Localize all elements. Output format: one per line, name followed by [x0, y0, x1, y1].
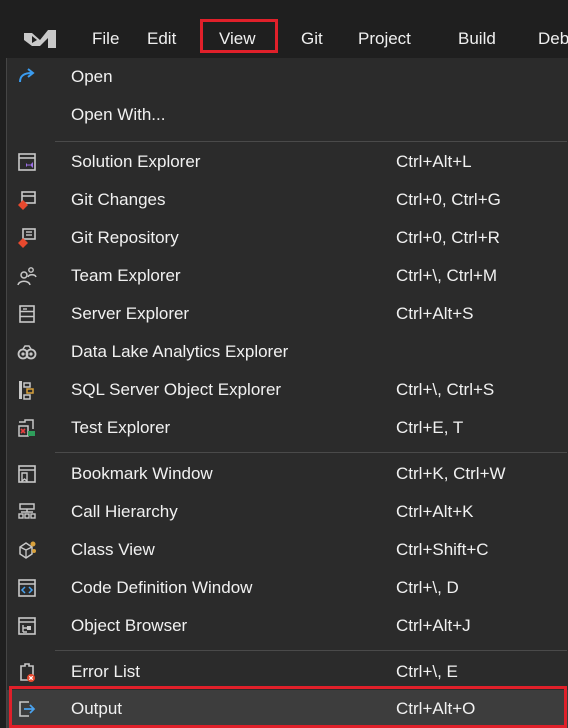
menu-item-label: Call Hierarchy: [71, 502, 178, 521]
menu-item-shortcut: Ctrl+\, Ctrl+S: [396, 380, 495, 399]
menu-item-code-definition-window[interactable]: Code Definition Window Ctrl+\, D: [7, 569, 568, 607]
menu-item-data-lake-analytics-explorer[interactable]: Data Lake Analytics Explorer: [7, 333, 568, 371]
menu-item-shortcut: Ctrl+Alt+K: [396, 502, 474, 521]
data-lake-icon: [17, 345, 37, 360]
sql-server-icon: [19, 381, 34, 400]
error-list-icon: [20, 663, 35, 682]
menu-item-label: Code Definition Window: [71, 578, 253, 597]
menu-item-shortcut: Ctrl+E, T: [396, 418, 464, 437]
menu-item-open-with[interactable]: Open With...: [7, 96, 568, 134]
menu-item-label: SQL Server Object Explorer: [71, 380, 282, 399]
menu-item-label: Test Explorer: [71, 418, 171, 437]
menu-git[interactable]: Git: [301, 26, 323, 52]
menu-item-shortcut: Ctrl+Shift+C: [396, 540, 489, 559]
open-arrow-icon: [19, 68, 35, 83]
menu-item-call-hierarchy[interactable]: Call Hierarchy Ctrl+Alt+K: [7, 493, 568, 531]
menu-file[interactable]: File: [92, 26, 119, 52]
output-item-highlight: [9, 686, 567, 728]
menu-item-label: Open With...: [71, 105, 166, 124]
menu-item-label: Team Explorer: [71, 266, 181, 285]
menu-item-shortcut: Ctrl+0, Ctrl+G: [396, 190, 501, 209]
menu-item-team-explorer[interactable]: Team Explorer Ctrl+\, Ctrl+M: [7, 257, 568, 295]
menu-item-label: Git Changes: [71, 190, 166, 209]
menu-separator: [55, 141, 567, 142]
menu-item-label: Solution Explorer: [71, 152, 201, 171]
menu-item-sql-server-object-explorer[interactable]: SQL Server Object Explorer Ctrl+\, Ctrl+…: [7, 371, 568, 409]
menu-item-class-view[interactable]: Class View Ctrl+Shift+C: [7, 531, 568, 569]
git-repository-icon: [18, 228, 36, 248]
menu-item-bookmark-window[interactable]: Bookmark Window Ctrl+K, Ctrl+W: [7, 455, 568, 493]
visual-studio-logo-icon[interactable]: [20, 26, 60, 52]
menu-item-git-repository[interactable]: Git Repository Ctrl+0, Ctrl+R: [7, 219, 568, 257]
server-explorer-icon: [19, 305, 35, 323]
menu-bar: File Edit View Git Project Build Deb: [0, 0, 568, 58]
object-browser-icon: [18, 617, 36, 635]
menu-separator: [55, 650, 567, 651]
bookmark-window-icon: [18, 465, 36, 483]
menu-item-label: Object Browser: [71, 616, 188, 635]
menu-item-server-explorer[interactable]: Server Explorer Ctrl+Alt+S: [7, 295, 568, 333]
menu-item-label: Bookmark Window: [71, 464, 213, 483]
menu-edit[interactable]: Edit: [147, 26, 176, 52]
menu-item-label: Git Repository: [71, 228, 179, 247]
menu-item-shortcut: Ctrl+K, Ctrl+W: [396, 464, 506, 483]
menu-item-shortcut: Ctrl+Alt+J: [396, 616, 471, 635]
class-view-icon: [19, 541, 36, 559]
menu-item-shortcut: Ctrl+0, Ctrl+R: [396, 228, 500, 247]
view-menu-dropdown: Open Open With... Solution Explorer Ctrl…: [6, 58, 568, 728]
menu-item-label: Open: [71, 67, 113, 86]
call-hierarchy-icon: [18, 503, 36, 519]
menu-separator: [55, 452, 567, 453]
menu-debug[interactable]: Deb: [538, 26, 568, 52]
menu-project[interactable]: Project: [358, 26, 411, 52]
menu-item-shortcut: Ctrl+\, Ctrl+M: [396, 266, 498, 285]
git-changes-icon: [18, 191, 36, 210]
test-explorer-icon: [18, 419, 35, 437]
code-definition-icon: [18, 579, 36, 597]
menu-item-label: Class View: [71, 540, 155, 559]
menu-item-test-explorer[interactable]: Test Explorer Ctrl+E, T: [7, 409, 568, 447]
menu-build[interactable]: Build: [458, 26, 496, 52]
menu-item-object-browser[interactable]: Object Browser Ctrl+Alt+J: [7, 607, 568, 645]
menu-item-label: Server Explorer: [71, 304, 190, 323]
team-explorer-icon: [17, 267, 37, 286]
menu-item-shortcut: Ctrl+Alt+L: [396, 152, 472, 171]
menu-item-shortcut: Ctrl+\, D: [396, 578, 459, 597]
view-menu-highlight: [200, 19, 278, 53]
menu-item-open[interactable]: Open: [7, 58, 568, 96]
solution-explorer-icon: [18, 153, 36, 171]
menu-item-git-changes[interactable]: Git Changes Ctrl+0, Ctrl+G: [7, 181, 568, 219]
menu-item-label: Data Lake Analytics Explorer: [71, 342, 289, 361]
menu-item-shortcut: Ctrl+Alt+S: [396, 304, 474, 323]
menu-item-solution-explorer[interactable]: Solution Explorer Ctrl+Alt+L: [7, 143, 568, 181]
